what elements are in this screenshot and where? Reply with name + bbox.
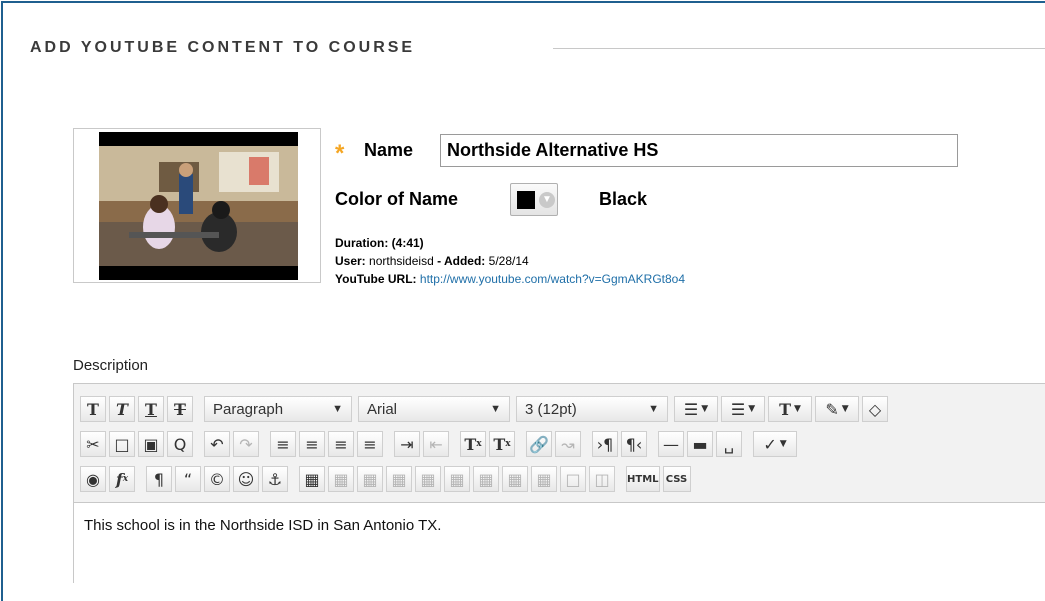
delete-column-icon[interactable]: ▦ [502, 466, 528, 492]
emoticon-icon[interactable]: ☺ [233, 466, 259, 492]
chevron-down-icon: ▼ [332, 403, 343, 415]
description-label: Description [73, 357, 149, 374]
delete-row-icon[interactable]: ▦ [444, 466, 470, 492]
eraser-icon[interactable]: ◇ [862, 396, 888, 422]
size-select[interactable]: 3 (12pt) ▼ [516, 396, 668, 422]
html-button[interactable]: HTML [626, 466, 660, 492]
duration-line: Duration: (4:41) [335, 236, 424, 250]
unlink-icon[interactable]: ↝ [555, 431, 581, 457]
user-line: User: northsideisd - Added: 5/28/14 [335, 254, 529, 268]
toolbar-row-2: ✂ □ ▣ Q ↶ ↷ ≡ ≡ ≡ ≡ ⇥ ⇤ Tx Tx 🔗 ↝ ›¶ ¶‹ … [80, 429, 800, 459]
cut-icon[interactable]: ✂ [80, 431, 106, 457]
video-thumbnail-image [99, 132, 298, 280]
bullet-list-button[interactable]: ☰ ▼ [674, 396, 718, 422]
chevron-down-icon: ▼ [490, 403, 501, 415]
italic-button[interactable]: T [109, 396, 135, 422]
color-value: Black [599, 189, 648, 209]
required-icon: * [335, 140, 345, 167]
align-right-icon[interactable]: ≡ [328, 431, 354, 457]
ltr-icon[interactable]: ›¶ [592, 431, 618, 457]
table-properties-icon[interactable]: ▦ [328, 466, 354, 492]
blockquote-icon[interactable]: “ [175, 466, 201, 492]
nonbreaking-space-icon[interactable]: ␣ [716, 431, 742, 457]
section-title: ADD YOUTUBE CONTENT TO COURSE [30, 39, 416, 56]
paste-icon[interactable]: ▣ [138, 431, 164, 457]
insert-table-icon[interactable]: ▦ [299, 466, 325, 492]
align-left-icon[interactable]: ≡ [270, 431, 296, 457]
format-select[interactable]: Paragraph ▼ [204, 396, 352, 422]
indent-icon[interactable]: ⇥ [394, 431, 420, 457]
chevron-down-icon: ▼ [648, 403, 659, 415]
rich-text-editor: T T T T Paragraph ▼ Arial ▼ 3 (12pt) ▼ ☰… [73, 383, 1045, 585]
superscript-icon[interactable]: Tx [460, 431, 486, 457]
outdent-icon[interactable]: ⇤ [423, 431, 449, 457]
color-swatch [517, 191, 535, 209]
font-select[interactable]: Arial ▼ [358, 396, 510, 422]
underline-button[interactable]: T [138, 396, 164, 422]
format-select-value: Paragraph [213, 400, 284, 418]
columns-icon[interactable]: ◫ [589, 466, 615, 492]
text-color-button[interactable]: T ▼ [768, 396, 812, 422]
horizontal-rule-icon[interactable]: — [658, 431, 684, 457]
user-value: northsideisd [369, 254, 434, 268]
user-label: User: [335, 254, 366, 268]
highlight-icon[interactable]: ✎ ▼ [815, 396, 859, 422]
bold-button[interactable]: T [80, 396, 106, 422]
size-select-value: 3 (12pt) [525, 400, 577, 418]
youtube-url-link[interactable]: http://www.youtube.com/watch?v=GgmAKRGt8… [420, 272, 685, 286]
description-text: This school is in the Northside ISD in S… [84, 517, 442, 534]
link-icon[interactable]: 🔗 [526, 431, 552, 457]
insert-row-icon[interactable]: ▦ [415, 466, 441, 492]
name-label: Name [364, 140, 414, 160]
duration-value: (4:41) [391, 236, 424, 250]
insert-column-icon[interactable]: ▦ [473, 466, 499, 492]
duration-label: Duration: [335, 236, 389, 250]
css-button[interactable]: CSS [662, 466, 691, 492]
copyright-icon[interactable]: © [204, 466, 230, 492]
subscript-icon[interactable]: Tx [489, 431, 515, 457]
redo-icon[interactable]: ↷ [233, 431, 259, 457]
merge-cell-icon[interactable]: □ [560, 466, 586, 492]
align-justify-icon[interactable]: ≡ [357, 431, 383, 457]
section-divider [553, 48, 1045, 49]
numbered-list-button[interactable]: ☰ ▼ [721, 396, 765, 422]
webcam-icon[interactable]: ◉ [80, 466, 106, 492]
url-line: YouTube URL: http://www.youtube.com/watc… [335, 272, 685, 286]
rtl-icon[interactable]: ¶‹ [621, 431, 647, 457]
added-value: 5/28/14 [488, 254, 529, 268]
name-input[interactable] [440, 134, 958, 167]
thick-rule-icon[interactable]: ▬ [687, 431, 713, 457]
font-select-value: Arial [367, 400, 398, 418]
toolbar-row-3: ◉ fx ¶ “ © ☺ ⚓ ▦ ▦ ▦ ▦ ▦ ▦ ▦ ▦ ▦ □ ◫ HTM… [80, 464, 694, 494]
row-properties-icon[interactable]: ▦ [357, 466, 383, 492]
url-label: YouTube URL: [335, 272, 417, 286]
copy-icon[interactable]: □ [109, 431, 135, 457]
paragraph-mark-icon[interactable]: ¶ [146, 466, 172, 492]
strikethrough-button[interactable]: T [167, 396, 193, 422]
cell-properties-icon[interactable]: ▦ [386, 466, 412, 492]
chevron-down-icon: ▼ [539, 192, 555, 208]
find-icon[interactable]: Q [167, 431, 193, 457]
color-picker-button[interactable]: ▼ [510, 183, 558, 216]
video-thumbnail[interactable] [73, 128, 321, 283]
math-formula-icon[interactable]: fx [109, 466, 135, 492]
undo-icon[interactable]: ↶ [204, 431, 230, 457]
color-of-name-label: Color of Name [335, 189, 459, 209]
split-cell-icon[interactable]: ▦ [531, 466, 557, 492]
align-center-icon[interactable]: ≡ [299, 431, 325, 457]
editor-content-area[interactable]: This school is in the Northside ISD in S… [74, 502, 1045, 585]
anchor-icon[interactable]: ⚓ [262, 466, 288, 492]
spellcheck-icon[interactable]: ✓ ▼ [753, 431, 797, 457]
toolbar-row-1: T T T T Paragraph ▼ Arial ▼ 3 (12pt) ▼ ☰… [80, 394, 891, 424]
added-label: - Added: [437, 254, 486, 268]
